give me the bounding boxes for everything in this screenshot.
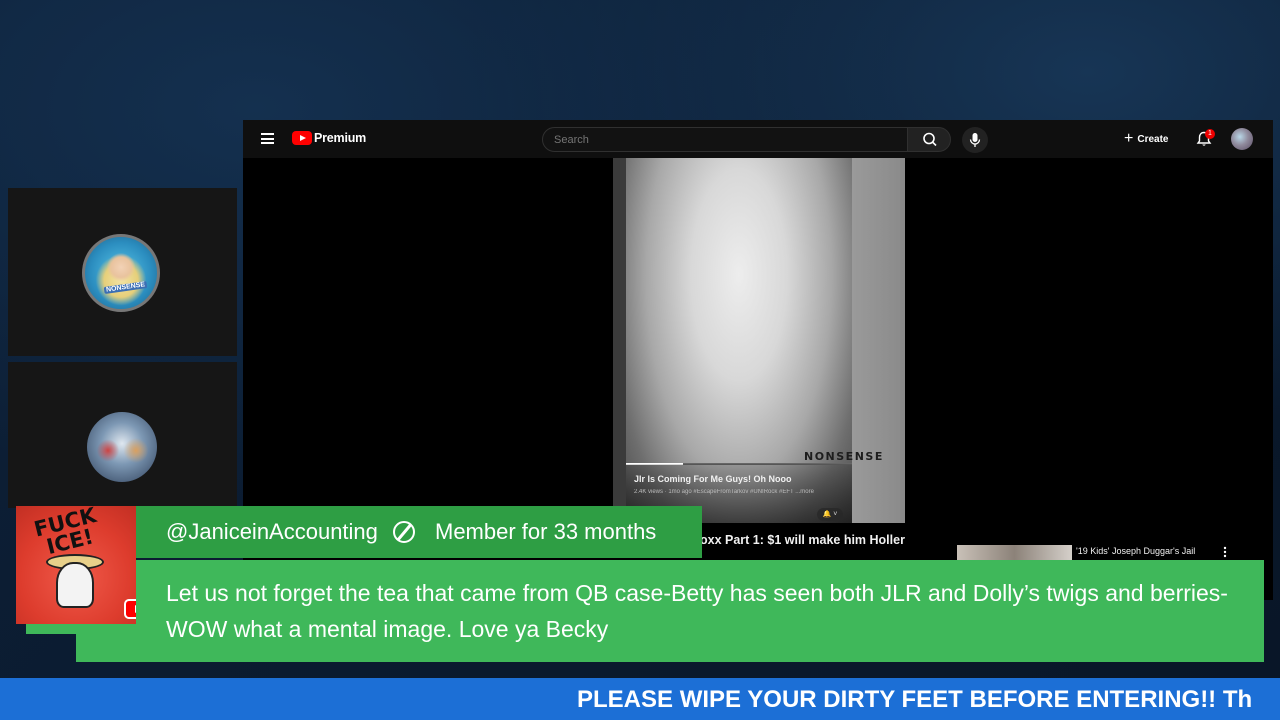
participant-avatar-2: [87, 412, 157, 482]
short-video-side: [852, 158, 905, 523]
voice-search-button[interactable]: [962, 127, 988, 153]
youtube-header: Premium + Create 1: [243, 120, 1273, 158]
short-video-player[interactable]: NONSENSE Jlr Is Coming For Me Guys! Oh N…: [613, 158, 905, 523]
chat-avatar-lettering: FUCK ICE!: [31, 506, 99, 560]
mic-icon: [969, 133, 981, 147]
video-title[interactable]: oxx Part 1: $1 will make him Holler: [700, 533, 905, 547]
membership-status: Member for 33 months: [435, 519, 657, 544]
youtube-logo[interactable]: Premium: [292, 131, 366, 145]
recommended-title[interactable]: '19 Kids' Joseph Duggar's Jail: [1076, 546, 1195, 556]
member-badge-icon: [393, 521, 415, 543]
chat-message: Let us not forget the tea that came from…: [166, 580, 1228, 642]
create-button[interactable]: + Create: [1124, 129, 1168, 149]
short-subscribe-bell-button[interactable]: 🔔 ˅: [817, 508, 843, 521]
chat-header: @JaniceinAccounting Member for 33 months: [136, 506, 702, 558]
chat-username: @JaniceinAccounting: [166, 519, 378, 544]
plus-icon: +: [1124, 130, 1134, 147]
ticker-text: PLEASE WIPE YOUR DIRTY FEET BEFORE ENTER…: [577, 686, 1253, 713]
ticker-bar: PLEASE WIPE YOUR DIRTY FEET BEFORE ENTER…: [0, 678, 1280, 720]
youtube-brand-label: Premium: [314, 131, 367, 145]
more-vertical-icon[interactable]: [1220, 545, 1230, 559]
create-label: Create: [1137, 133, 1169, 145]
chat-avatar-figure: [56, 562, 94, 608]
search-icon: [923, 132, 937, 147]
participant-cam-2: [8, 362, 237, 508]
youtube-logo-icon: [292, 131, 312, 145]
search-button[interactable]: [907, 127, 951, 152]
participant-cam-1: NONSENSE: [8, 188, 237, 356]
chat-user-avatar: FUCK ICE!: [16, 506, 136, 624]
short-title[interactable]: Jlr Is Coming For Me Guys! Oh Nooo: [634, 474, 844, 484]
search-input[interactable]: [542, 127, 908, 152]
notification-count-badge: 1: [1205, 129, 1215, 139]
menu-icon[interactable]: [261, 133, 274, 144]
short-watermark: NONSENSE: [804, 450, 884, 463]
chat-message-box: Let us not forget the tea that came from…: [76, 560, 1264, 662]
account-avatar[interactable]: [1231, 128, 1253, 150]
youtube-logo-icon: [124, 599, 136, 619]
short-meta: 2.4K views · 1mo ago #EscapeFromTarkov #…: [634, 489, 814, 495]
participant-avatar-1: [82, 234, 160, 312]
